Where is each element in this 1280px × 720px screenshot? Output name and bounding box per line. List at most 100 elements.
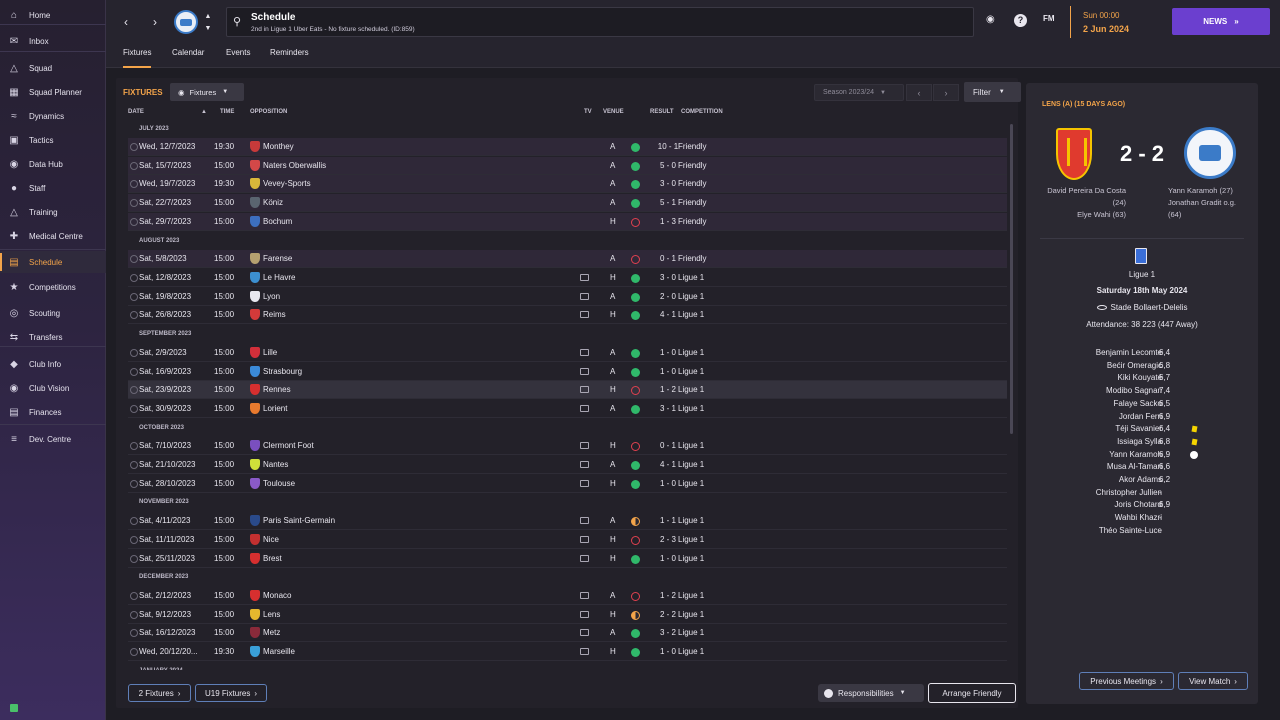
opponent-name[interactable]: Strasbourg xyxy=(263,367,302,376)
fixture-competition[interactable]: Ligue 1 xyxy=(678,628,704,637)
fixture-row[interactable]: Sat, 23/9/2023 15:00 Rennes H 1 - 2 Ligue 1 xyxy=(128,381,1007,399)
sidebar-item-schedule[interactable]: ▤ Schedule xyxy=(0,251,106,273)
fixture-row[interactable]: Sat, 7/10/2023 15:00 Clermont Foot H 0 - 1 Li… xyxy=(128,437,1007,455)
previous-meetings-button[interactable]: Previous Meetings › xyxy=(1079,672,1174,690)
fixture-competition[interactable]: Ligue 1 xyxy=(678,610,704,619)
fixture-row[interactable]: Sat, 2/9/2023 15:00 Lille A 1 - 0 Ligue 1 xyxy=(128,344,1007,362)
fixture-row[interactable]: Wed, 20/12/20... 19:30 Marseille H 1 - 0 Ligu… xyxy=(128,643,1007,661)
fixture-competition[interactable]: Friendly xyxy=(678,254,706,263)
opponent-name[interactable]: Lens xyxy=(263,610,280,619)
table-scrollbar[interactable] xyxy=(1010,124,1013,434)
fixture-row[interactable]: Sat, 9/12/2023 15:00 Lens H 2 - 2 Ligue 1 xyxy=(128,606,1007,624)
player-rating-row[interactable]: Kiki Kouyaté 6,7 xyxy=(1026,373,1258,386)
sidebar-item-inbox[interactable]: ✉ Inbox xyxy=(0,30,106,52)
fixture-competition[interactable]: Ligue 1 xyxy=(678,554,704,563)
opponent-name[interactable]: Le Havre xyxy=(263,273,295,282)
tab-events[interactable]: Events xyxy=(226,48,250,68)
view-dropdown[interactable]: ◉ Fixtures ▼ xyxy=(170,83,244,101)
fixture-competition[interactable]: Ligue 1 xyxy=(678,535,704,544)
tab-reminders[interactable]: Reminders xyxy=(270,48,309,68)
tab-calendar[interactable]: Calendar xyxy=(172,48,204,68)
opponent-name[interactable]: Clermont Foot xyxy=(263,441,314,450)
next-season-button[interactable]: › xyxy=(933,84,959,101)
sidebar-item-home[interactable]: ⌂ Home xyxy=(0,4,106,26)
opponent-name[interactable]: Naters Oberwallis xyxy=(263,161,326,170)
fixture-competition[interactable]: Friendly xyxy=(678,179,706,188)
fixture-competition[interactable]: Ligue 1 xyxy=(678,441,704,450)
col-time[interactable]: TIME xyxy=(220,109,234,115)
col-date[interactable]: DATE xyxy=(128,109,144,115)
fixture-row[interactable]: Sat, 21/10/2023 15:00 Nantes A 4 - 1 Ligue 1 xyxy=(128,456,1007,474)
arrange-friendly-button[interactable]: Arrange Friendly xyxy=(928,683,1016,703)
opponent-name[interactable]: Lyon xyxy=(263,292,280,301)
player-rating-row[interactable]: Falaye Sacko 6,5 xyxy=(1026,399,1258,412)
fixture-competition[interactable]: Ligue 1 xyxy=(678,404,704,413)
fixture-row[interactable]: Sat, 22/7/2023 15:00 Köniz A 5 - 1 Friendly xyxy=(128,194,1007,212)
fixture-competition[interactable]: Ligue 1 xyxy=(678,385,704,394)
filter-button[interactable]: Filter ▼ xyxy=(964,82,1021,102)
player-rating-row[interactable]: Jordan Ferri 6,9 xyxy=(1026,412,1258,425)
sidebar-item-finances[interactable]: ▤ Finances xyxy=(0,401,106,423)
player-rating-row[interactable]: Benjamin Lecomte 6,4 xyxy=(1026,348,1258,361)
sidebar-item-club-info[interactable]: ◆ Club Info xyxy=(0,353,106,375)
opponent-name[interactable]: Toulouse xyxy=(263,479,295,488)
opponent-name[interactable]: Monthey xyxy=(263,142,294,151)
fixture-row[interactable]: Sat, 16/12/2023 15:00 Metz A 3 - 2 Ligue 1 xyxy=(128,624,1007,642)
fixture-row[interactable]: Sat, 4/11/2023 15:00 Paris Saint-Germain A 1… xyxy=(128,512,1007,530)
view-match-button[interactable]: View Match › xyxy=(1178,672,1248,690)
fm-menu-button[interactable]: FM xyxy=(1043,14,1055,23)
sidebar-item-transfers[interactable]: ⇆ Transfers xyxy=(0,326,106,348)
col-competition[interactable]: COMPETITION xyxy=(681,109,723,115)
date-display[interactable]: Sun 00:00 2 Jun 2024 xyxy=(1070,6,1158,38)
player-rating-row[interactable]: Issiaga Sylla 6,8 xyxy=(1026,437,1258,450)
player-rating-row[interactable]: Modibo Sagnan 7,4 xyxy=(1026,386,1258,399)
fixtures-count-button[interactable]: 2 Fixtures › xyxy=(128,684,191,702)
sidebar-item-scouting[interactable]: ◎ Scouting xyxy=(0,302,106,324)
sidebar-item-squad-planner[interactable]: ▦ Squad Planner xyxy=(0,81,106,103)
fixture-row[interactable]: Sat, 5/8/2023 15:00 Farense A 0 - 1 Friendly xyxy=(128,250,1007,268)
back-button[interactable]: ‹ xyxy=(118,14,134,30)
fixture-competition[interactable]: Ligue 1 xyxy=(678,591,704,600)
sidebar-item-squad[interactable]: △ Squad xyxy=(0,57,106,79)
fixture-row[interactable]: Sat, 25/11/2023 15:00 Brest H 1 - 0 Ligue 1 xyxy=(128,550,1007,568)
fixture-row[interactable]: Sat, 30/9/2023 15:00 Lorient A 3 - 1 Ligue 1 xyxy=(128,400,1007,418)
opponent-name[interactable]: Paris Saint-Germain xyxy=(263,516,335,525)
opponent-name[interactable]: Nice xyxy=(263,535,279,544)
season-dropdown[interactable]: Season 2023/24 ▼ xyxy=(814,84,904,101)
opponent-name[interactable]: Monaco xyxy=(263,591,291,600)
sidebar-item-competitions[interactable]: ★ Competitions xyxy=(0,276,106,298)
lens-crest[interactable] xyxy=(1056,128,1092,180)
player-rating-row[interactable]: Théo Sainte-Luce - xyxy=(1026,526,1258,539)
montpellier-crest[interactable] xyxy=(1184,127,1236,179)
player-rating-row[interactable]: Bećir Omeragić 6,8 xyxy=(1026,361,1258,374)
col-opposition[interactable]: OPPOSITION xyxy=(250,109,287,115)
fixture-competition[interactable]: Ligue 1 xyxy=(678,310,704,319)
fixture-competition[interactable]: Ligue 1 xyxy=(678,460,704,469)
fixture-row[interactable]: Sat, 29/7/2023 15:00 Bochum H 1 - 3 Friendly xyxy=(128,213,1007,231)
player-rating-row[interactable]: Joris Chotard 6,9 xyxy=(1026,500,1258,513)
opponent-name[interactable]: Reims xyxy=(263,310,286,319)
fixture-row[interactable]: Sat, 16/9/2023 15:00 Strasbourg A 1 - 0 Ligue… xyxy=(128,363,1007,381)
fixture-competition[interactable]: Ligue 1 xyxy=(678,348,704,357)
col-tv[interactable]: TV xyxy=(584,109,592,115)
opponent-name[interactable]: Farense xyxy=(263,254,292,263)
player-rating-row[interactable]: Wahbi Khazri - xyxy=(1026,513,1258,526)
fixture-row[interactable]: Sat, 15/7/2023 15:00 Naters Oberwallis A 5 -… xyxy=(128,157,1007,175)
player-rating-row[interactable]: Musa Al-Tamari 6,6 xyxy=(1026,462,1258,475)
col-venue[interactable]: VENUE xyxy=(603,109,624,115)
col-result[interactable]: RESULT xyxy=(650,109,674,115)
sidebar-item-medical-centre[interactable]: ✚ Medical Centre xyxy=(0,225,106,247)
responsibilities-button[interactable]: Responsibilities ▼ xyxy=(818,684,924,702)
player-rating-row[interactable]: Christopher Jullien - xyxy=(1026,488,1258,501)
u19-fixtures-button[interactable]: U19 Fixtures › xyxy=(195,684,267,702)
news-button[interactable]: NEWS » xyxy=(1172,8,1270,35)
fixture-competition[interactable]: Ligue 1 xyxy=(678,479,704,488)
fixture-row[interactable]: Wed, 19/7/2023 19:30 Vevey-Sports A 3 - 0 Fri… xyxy=(128,175,1007,193)
fixture-competition[interactable]: Friendly xyxy=(678,142,706,151)
search-bar[interactable]: ⚲ Schedule 2nd in Ligue 1 Uber Eats - No… xyxy=(226,7,974,37)
opponent-name[interactable]: Bochum xyxy=(263,217,292,226)
sidebar-item-data-hub[interactable]: ◉ Data Hub xyxy=(0,153,106,175)
sidebar-item-training[interactable]: △ Training xyxy=(0,201,106,223)
help-icon[interactable]: ? xyxy=(1014,14,1027,27)
opponent-name[interactable]: Metz xyxy=(263,628,280,637)
